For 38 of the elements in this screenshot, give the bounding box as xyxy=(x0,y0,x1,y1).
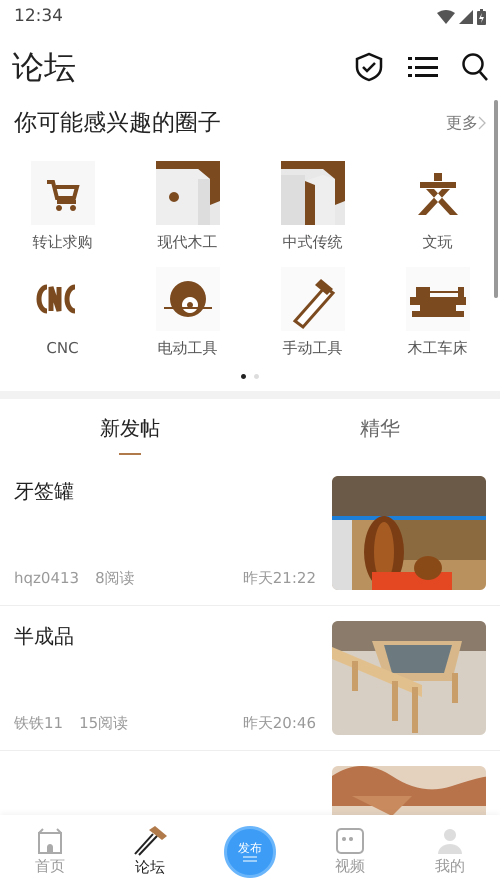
cart-icon xyxy=(30,160,94,224)
post-title[interactable]: 半成品 xyxy=(14,620,316,650)
post-author: hqz0413 xyxy=(14,568,80,589)
post-time: 昨天20:46 xyxy=(242,713,316,734)
shield-check-icon[interactable] xyxy=(354,52,384,82)
feed-tab[interactable]: 精华 xyxy=(360,398,400,452)
signal-icon xyxy=(459,10,473,24)
board-joint-icon xyxy=(280,160,344,224)
wifi-icon xyxy=(437,10,455,24)
circle-item[interactable]: 木工车床 xyxy=(375,267,500,360)
circle-item[interactable]: CNC xyxy=(0,267,125,360)
nav-tab[interactable]: 论坛 xyxy=(100,826,200,878)
search-icon[interactable] xyxy=(462,53,488,81)
more-link[interactable]: 更多 xyxy=(446,111,486,136)
post-time: 昨天21:22 xyxy=(242,568,316,589)
post-reads: 15阅读 xyxy=(79,713,128,734)
circle-item[interactable]: 现代木工 xyxy=(125,160,250,253)
board-joint-icon xyxy=(156,160,220,224)
lines-icon xyxy=(243,856,257,862)
battery-icon xyxy=(477,9,486,25)
video-icon xyxy=(335,826,365,855)
circle-item[interactable]: 电动工具 xyxy=(125,267,250,360)
hammer-icon xyxy=(133,826,167,856)
section-title: 你可能感兴趣的圈子 xyxy=(14,109,221,138)
house-icon xyxy=(35,826,65,855)
list-icon[interactable] xyxy=(408,56,438,78)
page-title: 论坛 xyxy=(12,47,76,88)
post-reads: 8阅读 xyxy=(95,568,135,589)
chevron-right-icon xyxy=(478,116,486,130)
circle-item[interactable]: 文玩 xyxy=(375,160,500,253)
circle-item[interactable]: 手动工具 xyxy=(250,267,375,360)
person-icon xyxy=(435,826,465,855)
circle-item[interactable]: 中式传统 xyxy=(250,160,375,253)
feed-tab[interactable]: 新发帖 xyxy=(100,398,160,452)
status-time: 12:34 xyxy=(14,5,63,28)
post-title[interactable]: 牙签罐 xyxy=(14,476,316,506)
post-author: 铁铁11 xyxy=(14,713,64,734)
circle-item[interactable]: 转让求购 xyxy=(0,160,125,253)
